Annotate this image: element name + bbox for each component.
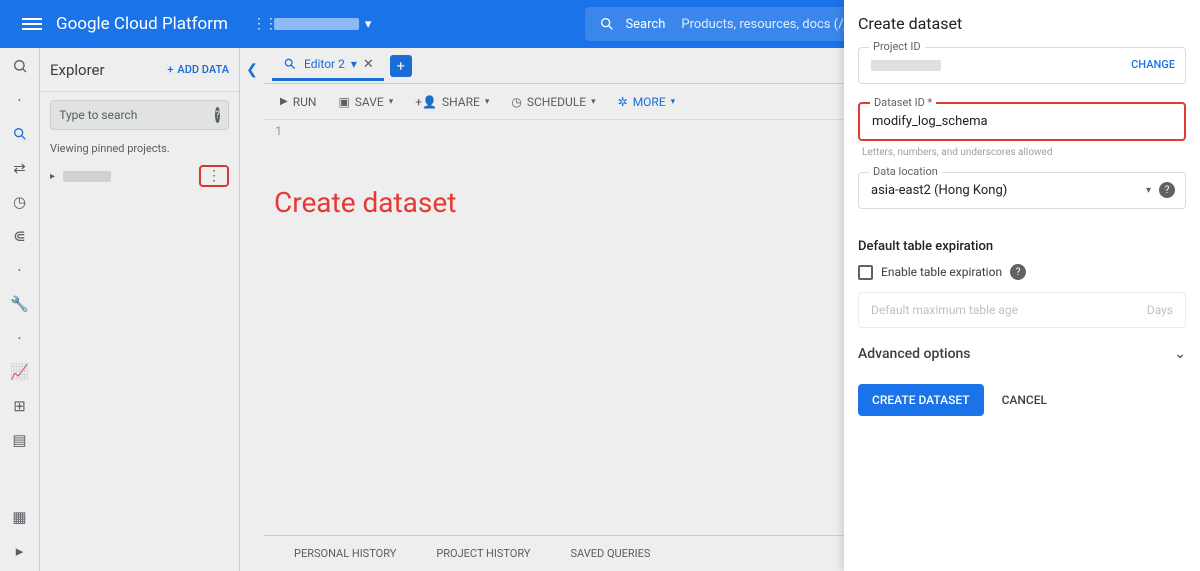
rail-doc-icon[interactable]: ▤ bbox=[10, 430, 30, 450]
plus-icon: + bbox=[167, 63, 173, 76]
line-gutter: 1 bbox=[264, 120, 288, 535]
rail-expand-icon[interactable]: ▸ bbox=[10, 541, 30, 561]
max-age-field: Default maximum table age Days bbox=[858, 292, 1186, 328]
play-icon: ▶ bbox=[280, 96, 288, 107]
rail-dot-2[interactable]: · bbox=[10, 260, 30, 280]
saved-queries-tab[interactable]: SAVED QUERIES bbox=[571, 547, 651, 560]
days-label: Days bbox=[1147, 303, 1173, 317]
share-icon: +👤 bbox=[415, 95, 437, 109]
more-button[interactable]: ✲MORE▾ bbox=[618, 95, 676, 109]
max-age-placeholder: Default maximum table age bbox=[871, 303, 1018, 317]
change-project-button[interactable]: CHANGE bbox=[1131, 58, 1175, 71]
dataset-id-field[interactable]: Dataset ID * bbox=[858, 102, 1186, 141]
rail-dot-1[interactable]: · bbox=[10, 90, 30, 110]
rail-chart-icon[interactable]: 📈 bbox=[10, 362, 30, 382]
project-name-redacted bbox=[63, 171, 111, 182]
new-tab-button[interactable]: + bbox=[390, 55, 412, 77]
chevron-down-icon[interactable]: ▾ bbox=[351, 57, 357, 71]
rail-search-icon[interactable] bbox=[10, 124, 30, 144]
project-id-label: Project ID bbox=[869, 40, 925, 53]
add-data-button[interactable]: +ADD DATA bbox=[167, 63, 229, 76]
dataset-id-label: Dataset ID * bbox=[870, 96, 936, 109]
chevron-down-icon: ▾ bbox=[365, 17, 372, 32]
rail-sheet-icon[interactable]: ▦ bbox=[10, 507, 30, 527]
dataset-id-help: Letters, numbers, and underscores allowe… bbox=[862, 147, 1186, 158]
left-rail: · ⇄ ◷ ⋐ · 🔧 · 📈 ⊞ ▤ ▦ ▸ bbox=[0, 48, 40, 571]
tab-label: Editor 2 bbox=[304, 57, 345, 71]
help-icon[interactable]: ? bbox=[215, 107, 220, 123]
cancel-button[interactable]: CANCEL bbox=[1002, 393, 1047, 407]
clock-icon: ◷ bbox=[511, 95, 521, 109]
checkbox-icon bbox=[858, 265, 873, 280]
gear-icon: ✲ bbox=[618, 95, 628, 109]
schedule-button[interactable]: ◷SCHEDULE▾ bbox=[511, 95, 595, 109]
editor-tab[interactable]: Editor 2 ▾ ✕ bbox=[272, 50, 384, 81]
rail-dot-3[interactable]: · bbox=[10, 328, 30, 348]
menu-icon[interactable] bbox=[20, 12, 44, 36]
explorer-panel: Explorer +ADD DATA ? Viewing pinned proj… bbox=[40, 48, 240, 571]
project-id-value-redacted bbox=[871, 60, 941, 71]
save-icon: ▣ bbox=[338, 95, 349, 109]
save-button[interactable]: ▣SAVE▾ bbox=[338, 95, 393, 109]
search-label: Search bbox=[625, 17, 665, 32]
data-location-field[interactable]: Data location asia-east2 (Hong Kong) ▾ ? bbox=[858, 172, 1186, 209]
viewing-label: Viewing pinned projects. bbox=[40, 138, 239, 161]
enable-expiration-label: Enable table expiration bbox=[881, 265, 1002, 279]
help-icon[interactable]: ? bbox=[1010, 264, 1026, 280]
create-dataset-button[interactable]: CREATE DATASET bbox=[858, 384, 984, 416]
query-icon bbox=[282, 56, 298, 72]
project-row[interactable]: ▸ ⋮ bbox=[40, 161, 239, 191]
help-icon[interactable]: ? bbox=[1159, 182, 1175, 198]
run-button[interactable]: ▶RUN bbox=[280, 95, 316, 109]
dataset-id-input[interactable] bbox=[860, 104, 1184, 139]
project-id-field[interactable]: Project ID CHANGE bbox=[858, 47, 1186, 84]
chevron-down-icon: ⌄ bbox=[1174, 346, 1186, 362]
advanced-options-toggle[interactable]: Advanced options ⌄ bbox=[858, 346, 1186, 362]
expand-arrow-icon[interactable]: ▸ bbox=[50, 171, 55, 182]
bigquery-icon[interactable] bbox=[10, 56, 30, 76]
explorer-search-input[interactable] bbox=[59, 108, 215, 122]
close-tab-icon[interactable]: ✕ bbox=[363, 57, 374, 72]
project-selector[interactable]: ▾ bbox=[244, 12, 380, 36]
create-dataset-panel: Create dataset Project ID CHANGE Dataset… bbox=[844, 0, 1200, 571]
rail-grid-icon[interactable]: ⊞ bbox=[10, 396, 30, 416]
collapse-icon: ❮ bbox=[246, 62, 258, 571]
expiration-section-title: Default table expiration bbox=[858, 239, 1186, 254]
chevron-down-icon: ▾ bbox=[1146, 185, 1151, 196]
project-actions-button[interactable]: ⋮ bbox=[199, 165, 229, 187]
rail-schedule-icon[interactable]: ◷ bbox=[10, 192, 30, 212]
personal-history-tab[interactable]: PERSONAL HISTORY bbox=[294, 547, 396, 560]
rail-transfer-icon[interactable]: ⇄ bbox=[10, 158, 30, 178]
brand-label: Google Cloud Platform bbox=[56, 14, 228, 34]
explorer-search[interactable]: ? bbox=[50, 100, 229, 130]
share-button[interactable]: +👤SHARE▾ bbox=[415, 95, 489, 109]
data-location-value: asia-east2 (Hong Kong) bbox=[859, 173, 1185, 208]
explorer-title: Explorer bbox=[50, 61, 105, 79]
project-name-redacted bbox=[274, 18, 359, 30]
search-icon bbox=[599, 16, 615, 32]
panel-title: Create dataset bbox=[858, 14, 1186, 33]
project-history-tab[interactable]: PROJECT HISTORY bbox=[436, 547, 530, 560]
enable-expiration-checkbox[interactable]: Enable table expiration ? bbox=[858, 264, 1186, 280]
explorer-collapse-button[interactable]: ❮ bbox=[240, 48, 264, 571]
rail-reservation-icon[interactable]: ⋐ bbox=[10, 226, 30, 246]
project-icon bbox=[252, 16, 268, 32]
rail-wrench-icon[interactable]: 🔧 bbox=[10, 294, 30, 314]
data-location-label: Data location bbox=[869, 165, 942, 178]
